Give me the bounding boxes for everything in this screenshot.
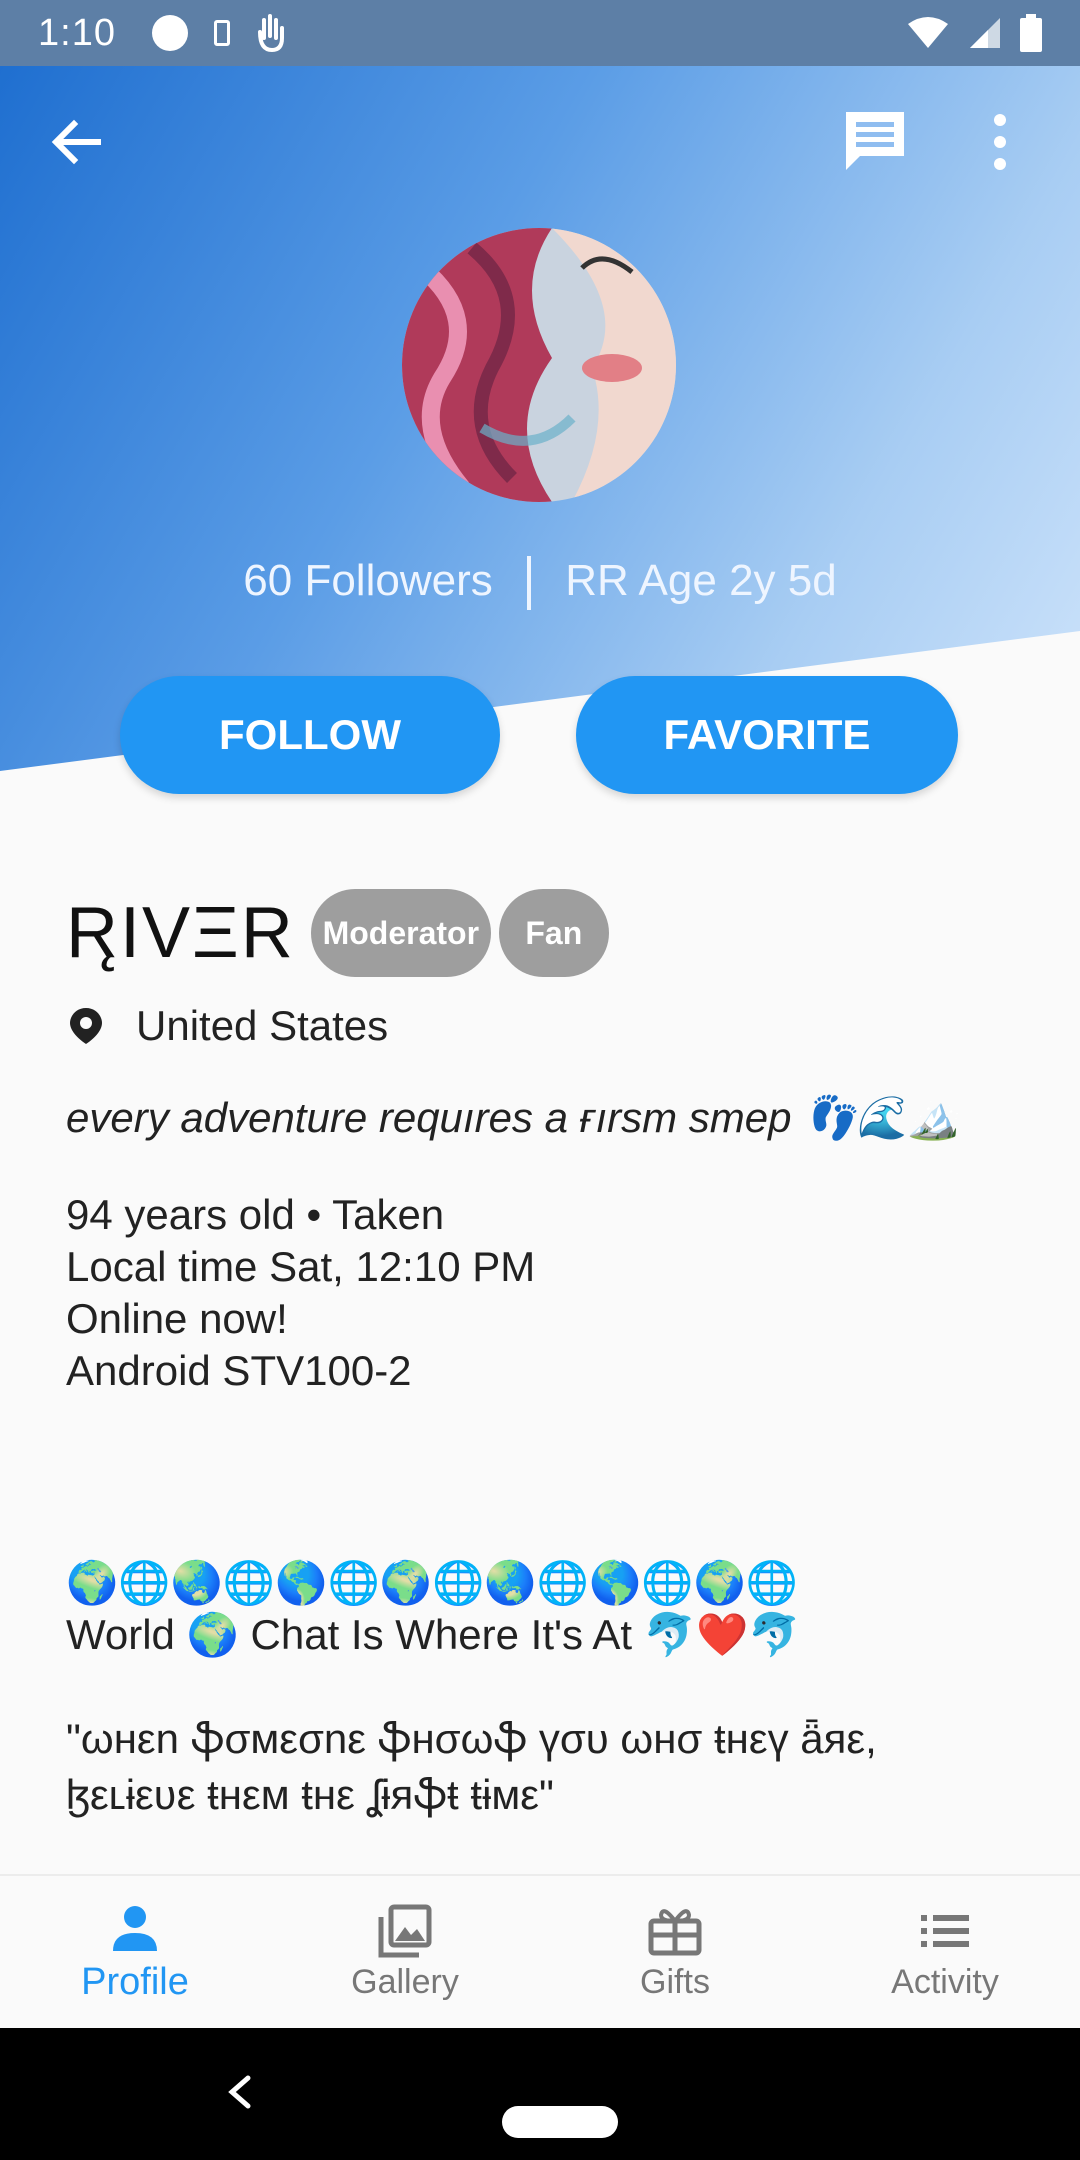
image-icon: [378, 1904, 432, 1957]
nav-label-activity: Activity: [891, 1962, 999, 2001]
rr-age: RR Age 2y 5d: [565, 556, 837, 605]
nav-gallery[interactable]: Gallery: [270, 1876, 540, 2028]
location-row: United States: [66, 1002, 1026, 1050]
status-bar: 1:10: [0, 0, 1080, 66]
more-vertical-icon[interactable]: [980, 110, 1020, 174]
age-status: 94 years old • Taken: [66, 1191, 445, 1238]
avatar[interactable]: [402, 228, 676, 502]
favorite-button[interactable]: FAVORITE: [576, 676, 958, 794]
nav-label-gallery: Gallery: [351, 1962, 459, 2001]
device-info: Android STV100-2: [66, 1347, 412, 1394]
online-status: Online now!: [66, 1295, 288, 1342]
quote: "ωнεn ֆσмεσnε ֆнσωֆ үσυ ωнσ ŧнεү ǟяε, ɮε…: [66, 1711, 1026, 1823]
nav-label-profile: Profile: [81, 1960, 189, 2003]
phone-icon: [213, 20, 230, 46]
person-icon: [113, 1905, 157, 1951]
list-icon: [921, 1914, 969, 1947]
battery-icon: [1020, 14, 1042, 52]
nav-profile[interactable]: Profile: [0, 1876, 270, 2028]
local-time: Local time Sat, 12:10 PM: [66, 1243, 536, 1290]
quote-line-2: ɮεʟɨεʋε ŧнεм ŧнε ʆɨяֆŧ ŧɨмε": [66, 1771, 554, 1818]
message-icon[interactable]: [840, 106, 910, 176]
profile-info: 94 years old • Taken Local time Sat, 12:…: [66, 1189, 1026, 1397]
wifi-icon: [908, 17, 948, 48]
location-text: United States: [136, 1002, 389, 1049]
circle-icon: [151, 15, 188, 51]
nav-gifts[interactable]: Gifts: [540, 1876, 810, 2028]
follow-button[interactable]: FOLLOW: [120, 676, 500, 794]
gift-icon: [648, 1908, 702, 1955]
system-nav-bar: [0, 2028, 1080, 2160]
profile-stats: 60 Followers RR Age 2y 5d: [0, 556, 1080, 611]
system-home-pill[interactable]: [502, 2106, 618, 2138]
badge-fan[interactable]: Fan: [498, 889, 609, 977]
status-time: 1:10: [38, 11, 116, 54]
nav-activity[interactable]: Activity: [810, 1876, 1080, 2028]
profile-content: R̨IVΞR Moderator Fan United States every…: [66, 888, 1026, 1823]
globe-emoji-line: 🌍🌐🌏🌐🌎🌐🌍🌐🌏🌐🌎🌐🌍🌐: [66, 1559, 799, 1606]
badge-moderator[interactable]: Moderator: [310, 889, 491, 977]
stats-divider: [526, 556, 531, 611]
name-row: R̨IVΞR Moderator Fan: [66, 888, 1026, 978]
followers-count[interactable]: 60 Followers: [243, 556, 492, 605]
system-back-icon[interactable]: [220, 2072, 260, 2112]
arrow-left-icon[interactable]: [44, 110, 108, 174]
nav-label-gifts: Gifts: [640, 1962, 710, 2001]
world-chat-line: World 🌍 Chat Is Where It's At 🐬❤️🐬: [66, 1611, 801, 1658]
quote-line-1: "ωнεn ֆσмεσnε ֆнσωֆ үσυ ωнσ ŧнεү ǟяε,: [66, 1715, 877, 1762]
location-pin-icon: [70, 1008, 102, 1044]
signal-icon: [970, 18, 1000, 48]
bottom-nav: Profile Gallery Gifts Activity: [0, 1874, 1080, 2028]
hand-icon: [257, 14, 284, 52]
username: R̨IVΞR: [66, 893, 295, 973]
tagline: every adventure requıres a ғırsт sтep 👣🌊…: [66, 1094, 961, 1141]
